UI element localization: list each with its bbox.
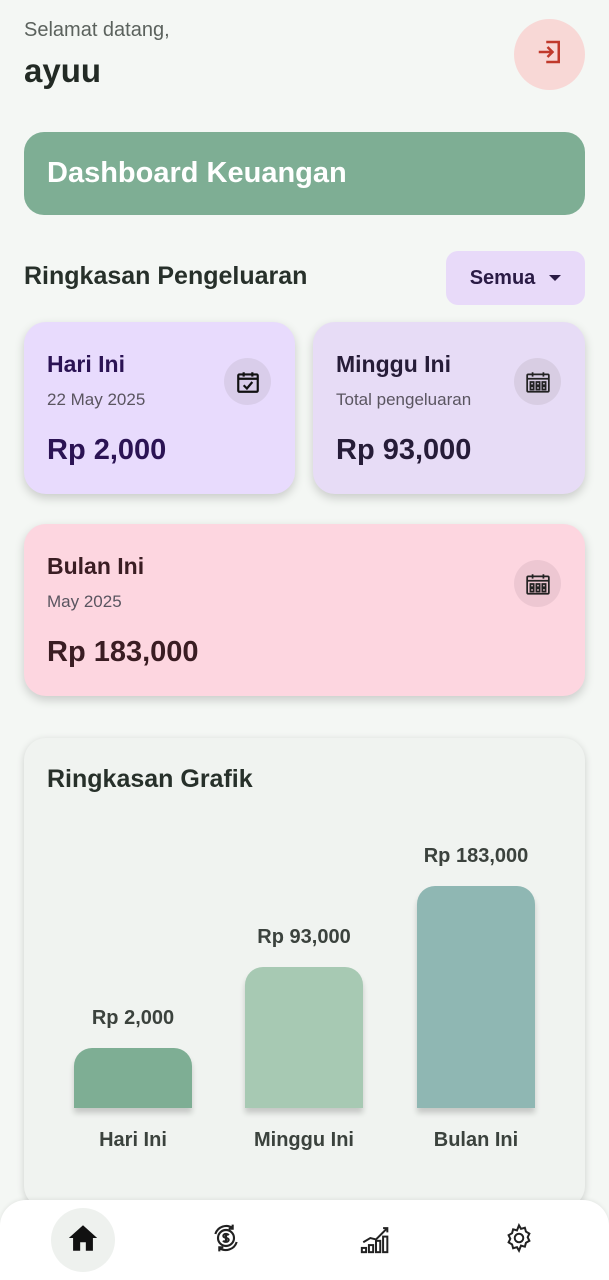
- week-card[interactable]: Minggu Ini Total pengeluaran Rp 93,000: [313, 322, 585, 494]
- bar-category-label: Minggu Ini: [254, 1129, 354, 1151]
- nav-settings[interactable]: [487, 1208, 551, 1272]
- chart-bar: [417, 886, 535, 1108]
- month-card-subtitle: May 2025: [47, 592, 122, 611]
- today-card[interactable]: Hari Ini 22 May 2025 Rp 2,000: [24, 322, 295, 494]
- today-card-amount: Rp 2,000: [47, 434, 167, 466]
- chart-bar: [245, 966, 363, 1108]
- nav-reports[interactable]: [344, 1208, 408, 1272]
- month-card-title: Bulan Ini: [47, 553, 145, 579]
- summary-section-title: Ringkasan Pengeluaran: [24, 262, 308, 290]
- bar-value-label: Rp 2,000: [91, 1007, 175, 1030]
- nav-transactions[interactable]: [194, 1208, 258, 1272]
- chart-bar: [74, 1048, 192, 1108]
- bottom-nav: [0, 1200, 609, 1280]
- gear-icon: [503, 1222, 535, 1259]
- username-text: ayuu: [24, 52, 102, 89]
- week-card-amount: Rp 93,000: [336, 434, 472, 466]
- bar-category-label: Bulan Ini: [433, 1129, 519, 1151]
- filter-dropdown[interactable]: Semua: [446, 251, 585, 305]
- bar-value-label: Rp 183,000: [423, 845, 529, 867]
- logout-button[interactable]: [514, 19, 585, 90]
- calendar-check-icon: [224, 358, 271, 405]
- week-card-subtitle: Total pengeluaran: [336, 390, 472, 409]
- bar-value-label: Rp 93,000: [257, 925, 351, 948]
- greeting-text: Selamat datang,: [24, 19, 170, 41]
- logout-icon: [535, 37, 565, 72]
- month-card[interactable]: Bulan Ini May 2025 Rp 183,000: [24, 524, 585, 696]
- month-card-amount: Rp 183,000: [47, 636, 199, 668]
- home-icon: [66, 1221, 100, 1260]
- filter-selected-value: Semua: [469, 266, 536, 289]
- bar-category-label: Hari Ini: [99, 1129, 167, 1151]
- chart-title: Ringkasan Grafik: [47, 765, 253, 793]
- today-card-date: 22 May 2025: [47, 390, 146, 409]
- chevron-down-icon: [549, 275, 562, 281]
- dashboard-banner: Dashboard Keuangan: [24, 132, 585, 215]
- calendar-grid-icon: [514, 560, 561, 607]
- week-card-title: Minggu Ini: [336, 351, 451, 377]
- today-card-title: Hari Ini: [47, 351, 125, 377]
- nav-home[interactable]: [51, 1208, 115, 1272]
- banner-title: Dashboard Keuangan: [47, 157, 347, 189]
- chart-card: Ringkasan Grafik Rp 2,000 Hari Ini Rp 93,0…: [24, 738, 585, 1208]
- money-exchange-icon: [210, 1222, 242, 1259]
- bar-chart-icon: [359, 1221, 393, 1260]
- calendar-grid-icon: [514, 358, 561, 405]
